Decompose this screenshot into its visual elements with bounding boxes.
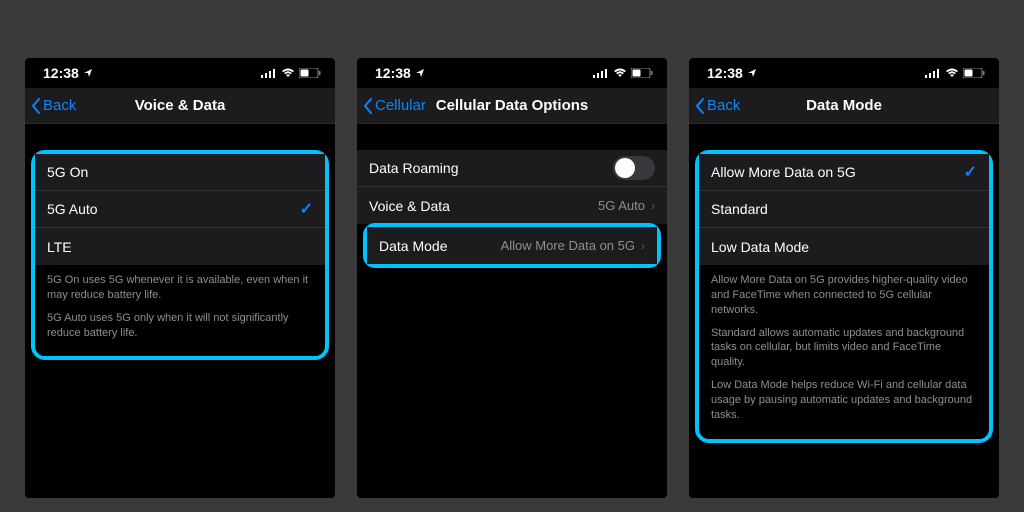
status-bar: 12:38 — [25, 58, 335, 88]
chevron-right-icon: › — [641, 239, 645, 253]
status-time: 12:38 — [43, 65, 79, 81]
option-5g-on[interactable]: 5G On — [35, 154, 325, 191]
row-label: Data Roaming — [369, 160, 459, 176]
location-icon — [83, 68, 93, 78]
option-low-data[interactable]: Low Data Mode — [699, 228, 989, 265]
highlight-box: 5G On 5G Auto ✓ LTE 5G On uses 5G whenev… — [31, 150, 329, 360]
back-button[interactable]: Back — [695, 97, 740, 114]
back-label: Back — [707, 97, 740, 114]
option-label: 5G On — [47, 164, 88, 180]
option-allow-more-5g[interactable]: Allow More Data on 5G ✓ — [699, 154, 989, 191]
footer-paragraph: 5G Auto uses 5G only when it will not si… — [47, 311, 313, 341]
option-label: Low Data Mode — [711, 239, 809, 255]
footer-paragraph: Allow More Data on 5G provides higher-qu… — [711, 273, 977, 318]
option-label: Allow More Data on 5G — [711, 164, 856, 180]
highlight-box: Allow More Data on 5G ✓ Standard Low Dat… — [695, 150, 993, 443]
row-value: Allow More Data on 5G — [501, 238, 635, 253]
nav-bar: Cellular Cellular Data Options — [357, 88, 667, 124]
option-label: LTE — [47, 239, 72, 255]
row-voice-data[interactable]: Voice & Data 5G Auto › — [357, 187, 667, 224]
status-time: 12:38 — [707, 65, 743, 81]
chevron-left-icon — [363, 98, 373, 114]
back-button[interactable]: Cellular — [363, 97, 426, 114]
screen-data-mode: 12:38 Back Data Mode Allow More Data on … — [689, 58, 999, 498]
back-label: Back — [43, 97, 76, 114]
footer-paragraph: Low Data Mode helps reduce Wi-Fi and cel… — [711, 378, 977, 423]
toggle-switch[interactable] — [613, 156, 655, 180]
option-label: Standard — [711, 201, 768, 217]
row-data-mode[interactable]: Data Mode Allow More Data on 5G › — [367, 227, 657, 264]
row-value: 5G Auto — [598, 198, 645, 213]
status-bar: 12:38 — [689, 58, 999, 88]
cellular-signal-icon — [593, 68, 609, 78]
footer-paragraph: 5G On uses 5G whenever it is available, … — [47, 273, 313, 303]
wifi-icon — [945, 68, 959, 78]
option-label: 5G Auto — [47, 201, 98, 217]
screen-voice-data: 12:38 Back Voice & Data 5G On 5G Auto ✓ — [25, 58, 335, 498]
option-5g-auto[interactable]: 5G Auto ✓ — [35, 191, 325, 228]
checkmark-icon: ✓ — [964, 162, 977, 182]
footer-text: Allow More Data on 5G provides higher-qu… — [699, 265, 989, 435]
wifi-icon — [281, 68, 295, 78]
row-label: Data Mode — [379, 238, 447, 254]
back-label: Cellular — [375, 97, 426, 114]
battery-icon — [299, 68, 321, 78]
screen-cellular-options: 12:38 Cellular Cellular Data Options Dat… — [357, 58, 667, 498]
footer-text: 5G On uses 5G whenever it is available, … — [35, 265, 325, 352]
option-lte[interactable]: LTE — [35, 228, 325, 265]
location-icon — [747, 68, 757, 78]
chevron-left-icon — [695, 98, 705, 114]
nav-bar: Back Voice & Data — [25, 88, 335, 124]
nav-title: Cellular Data Options — [436, 97, 589, 114]
status-bar: 12:38 — [357, 58, 667, 88]
status-time: 12:38 — [375, 65, 411, 81]
location-icon — [415, 68, 425, 78]
footer-paragraph: Standard allows automatic updates and ba… — [711, 326, 977, 371]
nav-title: Data Mode — [806, 97, 882, 114]
nav-bar: Back Data Mode — [689, 88, 999, 124]
wifi-icon — [613, 68, 627, 78]
battery-icon — [631, 68, 653, 78]
row-label: Voice & Data — [369, 198, 450, 214]
row-data-roaming[interactable]: Data Roaming — [357, 150, 667, 187]
checkmark-icon: ✓ — [300, 199, 313, 219]
back-button[interactable]: Back — [31, 97, 76, 114]
battery-icon — [963, 68, 985, 78]
cellular-signal-icon — [925, 68, 941, 78]
chevron-left-icon — [31, 98, 41, 114]
chevron-right-icon: › — [651, 199, 655, 213]
highlight-row: Data Mode Allow More Data on 5G › — [363, 223, 661, 268]
nav-title: Voice & Data — [135, 97, 226, 114]
cellular-signal-icon — [261, 68, 277, 78]
option-standard[interactable]: Standard — [699, 191, 989, 228]
